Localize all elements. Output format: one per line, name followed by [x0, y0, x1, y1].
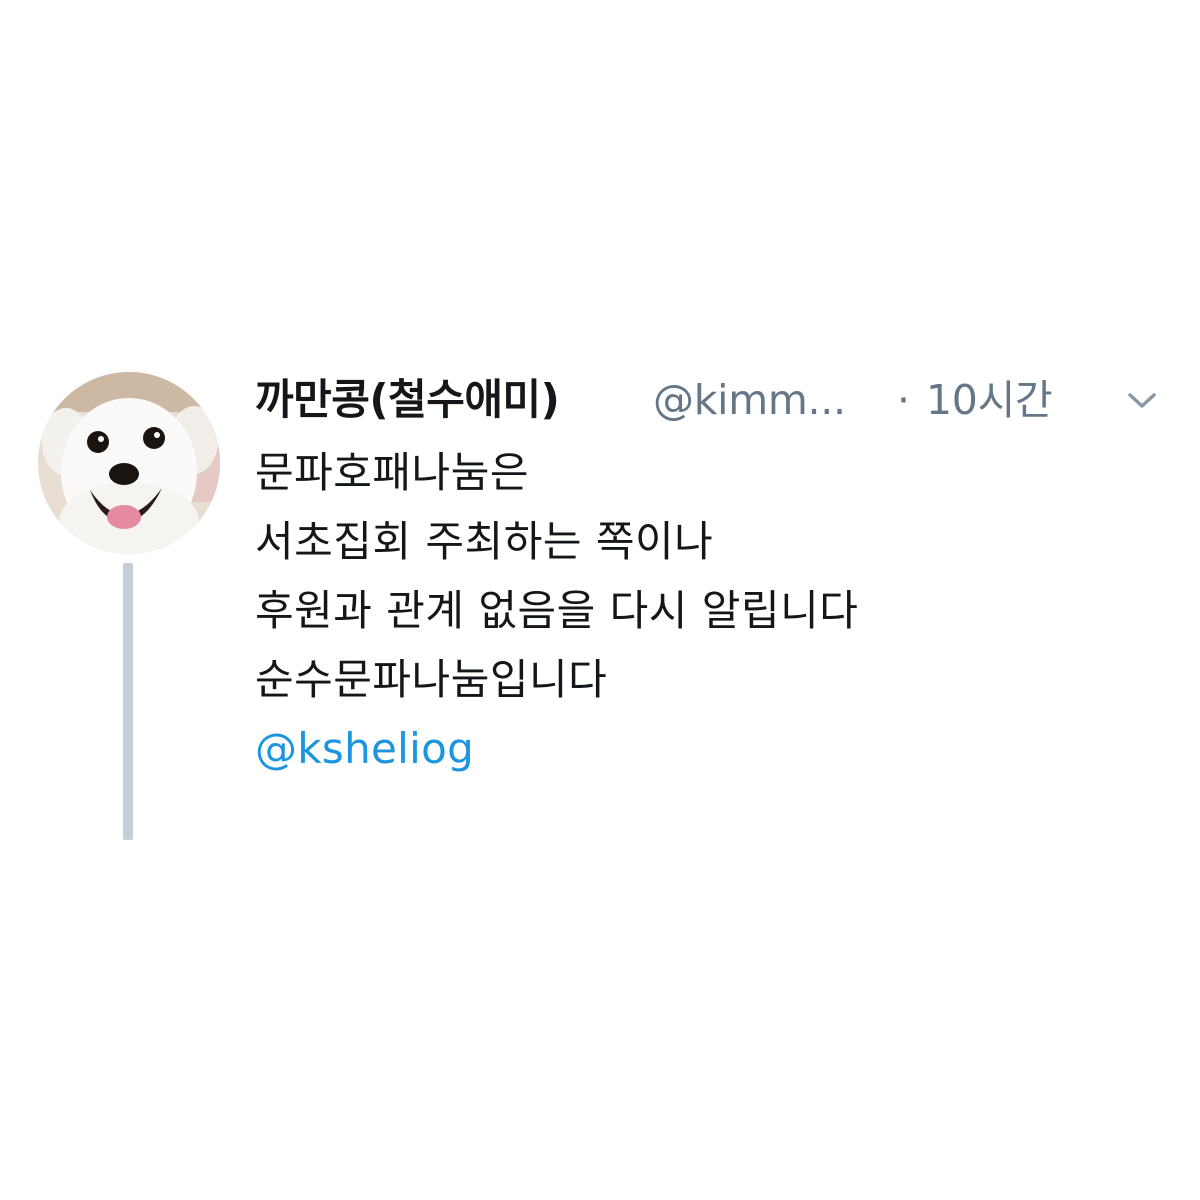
tweet-text-line: 순수문파나눔입니다: [255, 655, 608, 704]
thread-connector-line: [123, 563, 133, 840]
mention-link[interactable]: @ksheliog: [255, 714, 1155, 783]
tweet-text: 문파호패나눔은 서초집회 주최하는 쪽이나 후원과 관계 없음을 다시 알립니다…: [255, 438, 1155, 783]
tweet-text-line: 후원과 관계 없음을 다시 알립니다: [255, 586, 859, 635]
user-handle[interactable]: @kimm...: [653, 368, 846, 432]
tweet-header: 까만콩(철수애미) @kimm... · 10시간: [255, 368, 1135, 432]
display-name[interactable]: 까만콩(철수애미): [255, 368, 560, 432]
tweet-card: 까만콩(철수애미) @kimm... · 10시간 문파호패나눔은 서초집회 주…: [0, 0, 1200, 1200]
chevron-down-icon[interactable]: [1125, 390, 1159, 412]
timestamp[interactable]: 10시간: [926, 368, 1053, 432]
avatar[interactable]: [38, 372, 220, 554]
dog-avatar-icon: [38, 372, 220, 554]
separator-dot: ·: [897, 376, 911, 424]
tweet-text-line: 문파호패나눔은: [255, 448, 529, 497]
tweet-text-line: 서초집회 주최하는 쪽이나: [255, 517, 714, 566]
